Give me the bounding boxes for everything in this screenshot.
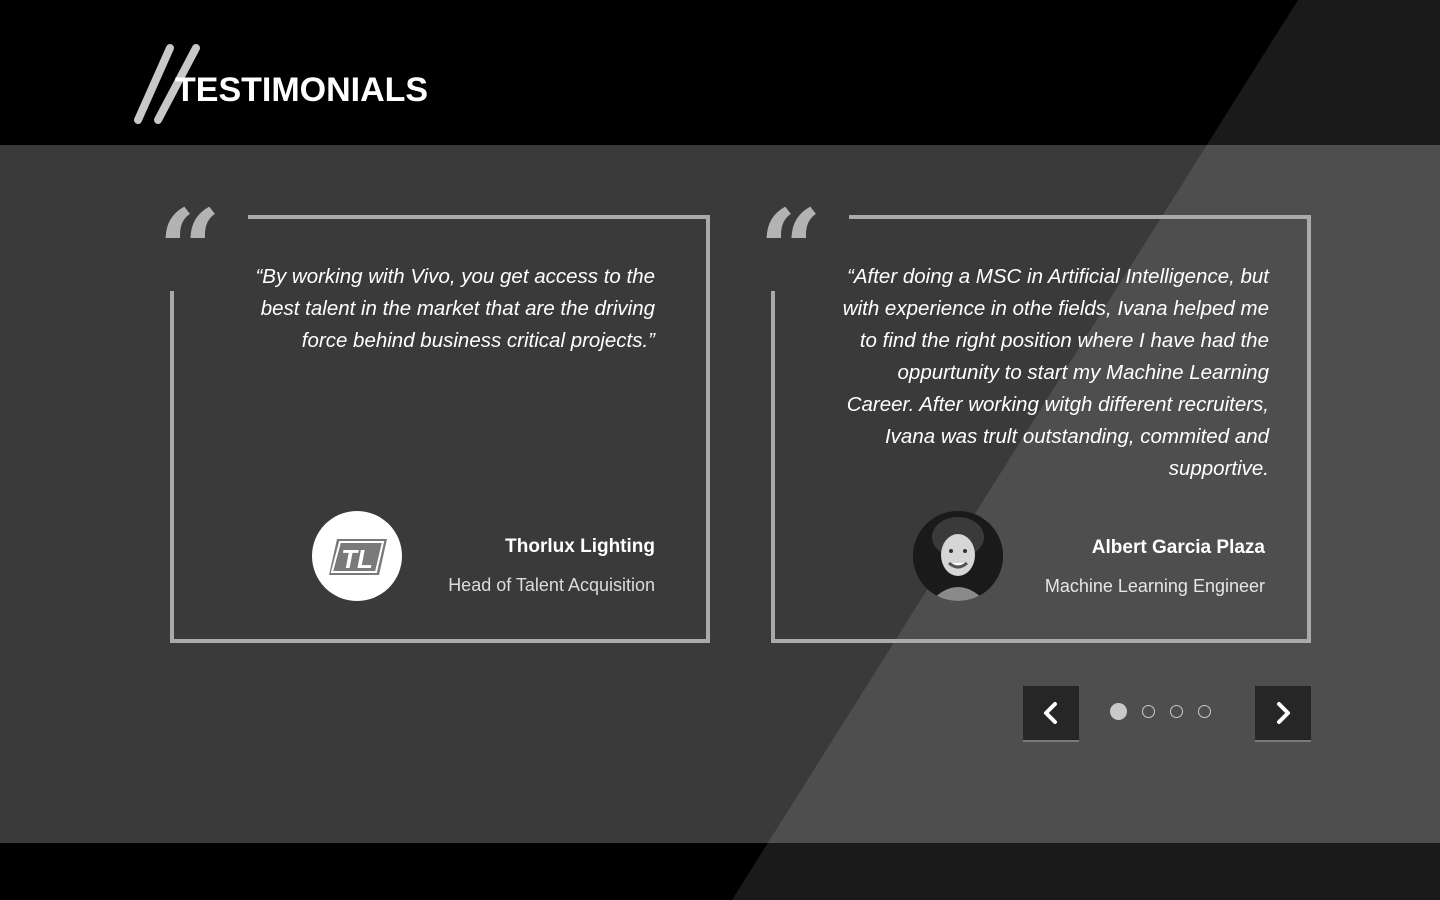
page-title: TESTIMONIALS [175, 71, 429, 109]
pagination-dot-2[interactable] [1142, 705, 1155, 718]
tl-logo-icon: TL [329, 539, 387, 575]
logo-text: TL [341, 544, 373, 574]
testimonial-quote: “After doing a MSC in Artificial Intelli… [842, 265, 1269, 480]
previous-button[interactable] [1023, 686, 1079, 742]
testimonial-card: “ “By working with Vivo, you get access … [158, 195, 710, 643]
section-header: TESTIMONIALS [134, 40, 454, 126]
chevron-left-icon [1044, 702, 1057, 724]
testimonial-quote: “By working with Vivo, you get access to… [255, 265, 655, 352]
pagination-dot-3[interactable] [1170, 705, 1183, 718]
quote-mark-icon: “ [158, 185, 222, 314]
person-photo-icon [913, 511, 1003, 601]
pagination-dot-4[interactable] [1198, 705, 1211, 718]
pagination-dots [1110, 703, 1211, 722]
author-name: Albert Garcia Plaza [1091, 537, 1265, 558]
quote-mark-icon: “ [759, 185, 823, 314]
author-role: Head of Talent Acquisition [448, 575, 655, 595]
pagination-dot-1[interactable] [1110, 703, 1127, 720]
testimonials-page: TESTIMONIALS “ “By working with Vivo, yo… [0, 0, 1440, 900]
author-name: Thorlux Lighting [505, 536, 655, 557]
testimonial-card: “ “After doing a MSC in Artificial Intel… [759, 195, 1311, 643]
next-button[interactable] [1255, 686, 1311, 742]
author-role: Machine Learning Engineer [1044, 576, 1265, 596]
chevron-right-icon [1277, 702, 1290, 724]
avatar [913, 511, 1003, 601]
company-logo: TL [312, 511, 402, 601]
